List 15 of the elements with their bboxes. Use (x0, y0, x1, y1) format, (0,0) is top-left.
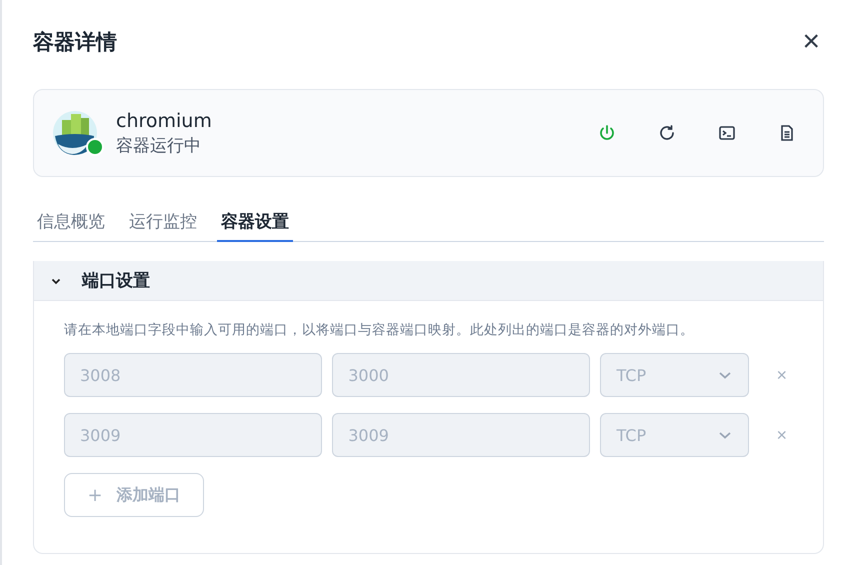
refresh-icon (658, 124, 676, 142)
power-icon (598, 124, 616, 142)
hint-text: 请在本地端口字段中输入可用的端口，以将端口与容器端口映射。此处列出的端口是容器的对外端口。 (64, 321, 695, 339)
dialog-title: 容器详情 (33, 29, 117, 56)
document-icon (778, 124, 796, 142)
container-name: chromium (116, 110, 212, 132)
terminal-icon (718, 124, 736, 142)
container-status: 容器运行中 (116, 134, 202, 156)
tab[interactable]: 容器设置 (217, 203, 293, 242)
app-logo-icon (52, 108, 98, 158)
section-header[interactable]: 端口设置 (34, 261, 823, 301)
tab[interactable]: 信息概览 (33, 203, 109, 242)
tab[interactable]: 运行监控 (125, 203, 201, 242)
close-button[interactable]: × (802, 27, 820, 57)
section-title: 端口设置 (82, 270, 150, 292)
